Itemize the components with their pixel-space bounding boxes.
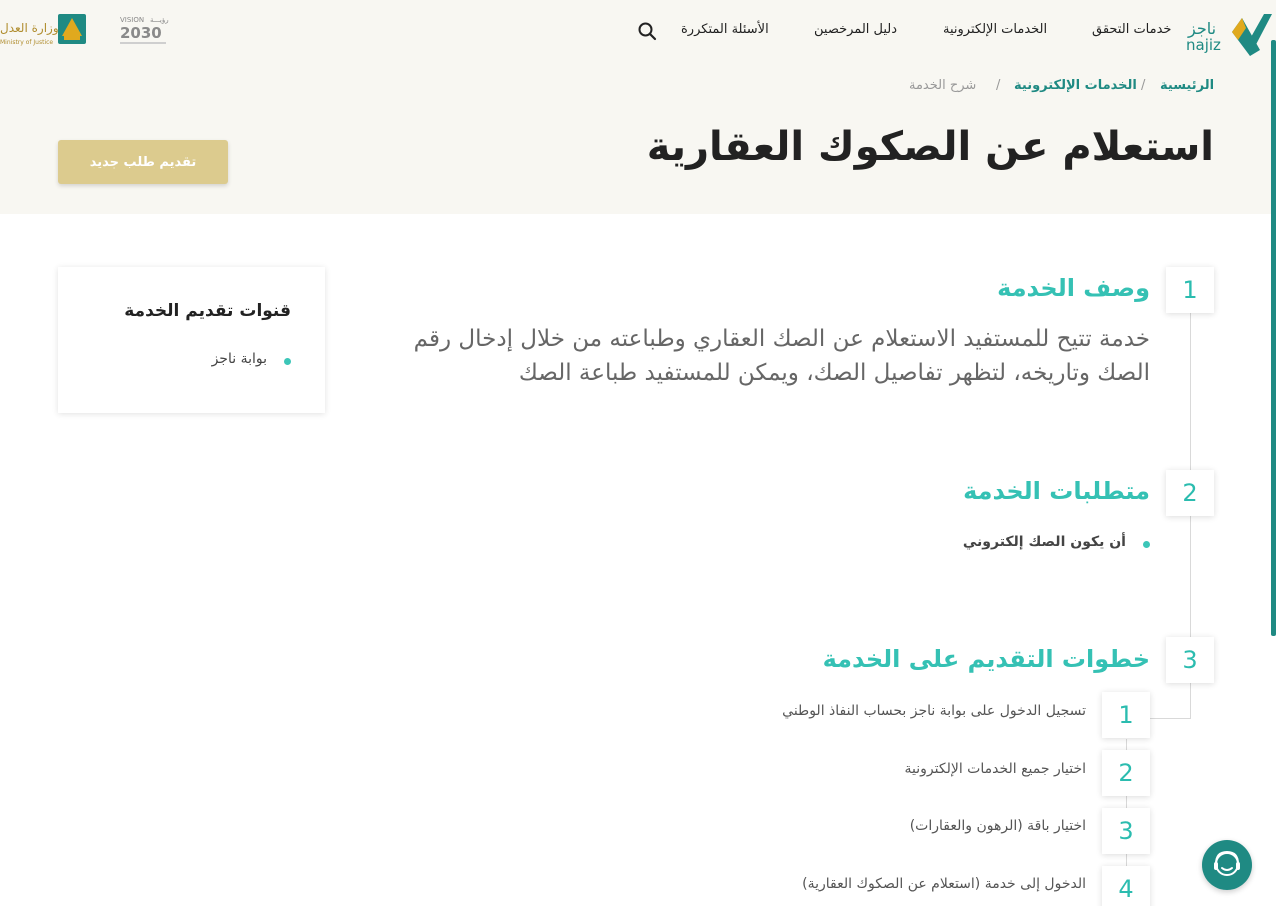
section-number: 1 <box>1166 267 1214 313</box>
svg-text:وزارة العدل: وزارة العدل <box>0 21 59 36</box>
svg-text:2030: 2030 <box>120 24 162 42</box>
step-text: اختيار جميع الخدمات الإلكترونية <box>904 761 1087 777</box>
svg-text:VISION: VISION <box>120 16 144 24</box>
search-icon[interactable] <box>637 21 657 41</box>
nav-electronic-services[interactable]: الخدمات الإلكترونية <box>943 22 1047 37</box>
nav-verification-services[interactable]: خدمات التحقق <box>1092 22 1171 37</box>
breadcrumb-current: شرح الخدمة <box>909 78 977 93</box>
service-channels-title: قنوات تقديم الخدمة <box>124 301 291 321</box>
service-description: خدمة تتيح للمستفيد الاستعلام عن الصك الع… <box>413 326 1150 386</box>
page-title: استعلام عن الصكوك العقارية <box>646 124 1215 170</box>
breadcrumb-separator: / <box>1141 78 1146 93</box>
section-number: 3 <box>1166 637 1214 683</box>
ministry-of-justice-logo: وزارة العدل Ministry of Justice <box>0 12 90 50</box>
breadcrumb-home[interactable]: الرئيسية <box>1160 78 1214 93</box>
breadcrumb-electronic-services[interactable]: الخدمات الإلكترونية <box>1014 78 1137 93</box>
headset-icon[interactable] <box>1202 840 1252 890</box>
breadcrumb-separator: / <box>996 78 1001 93</box>
svg-text:Ministry of Justice: Ministry of Justice <box>0 39 53 46</box>
step-text: اختيار باقة (الرهون والعقارات) <box>909 818 1086 834</box>
requirement-item: أن يكون الصك إلكتروني <box>962 534 1151 550</box>
svg-text:رؤيـــة: رؤيـــة <box>150 16 169 24</box>
nav-licensees-guide[interactable]: دليل المرخصين <box>814 22 897 37</box>
step-number: 2 <box>1102 750 1150 796</box>
service-channel-item: بوابة ناجز <box>211 351 292 367</box>
step-number: 3 <box>1102 808 1150 854</box>
nav-faq[interactable]: الأسئلة المتكررة <box>681 22 769 37</box>
section-title-description: وصف الخدمة <box>997 274 1150 302</box>
section-title-steps: خطوات التقديم على الخدمة <box>822 645 1150 673</box>
vision-2030-logo: VISION رؤيـــة 2030 <box>118 14 170 48</box>
svg-text:najiz: najiz <box>1186 36 1221 54</box>
step-text: تسجيل الدخول على بوابة ناجز بحساب النفاذ… <box>782 703 1086 719</box>
step-number: 1 <box>1102 692 1150 738</box>
new-request-button[interactable]: تقديم طلب جديد <box>58 140 228 184</box>
timeline-line <box>1150 718 1191 719</box>
step-text: الدخول إلى خدمة (استعلام عن الصكوك العقا… <box>802 876 1086 892</box>
service-channels-card: قنوات تقديم الخدمة بوابة ناجز <box>58 267 325 413</box>
section-title-requirements: متطلبات الخدمة <box>963 477 1150 505</box>
najiz-logo[interactable]: ناجز najiz <box>1186 6 1274 58</box>
section-number: 2 <box>1166 470 1214 516</box>
step-number: 4 <box>1102 866 1150 906</box>
page-scrollbar[interactable] <box>1271 40 1276 636</box>
